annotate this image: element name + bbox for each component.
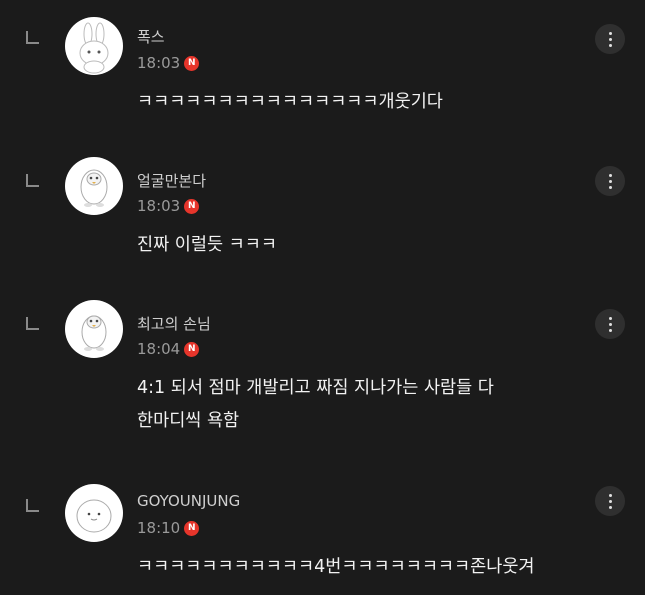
reply-arrow-icon xyxy=(26,499,39,512)
more-options-button[interactable] xyxy=(595,166,625,196)
dot-icon xyxy=(608,493,612,497)
comment-meta: 18:10 N xyxy=(137,518,200,538)
comment-author[interactable]: 폭스 xyxy=(137,26,165,47)
new-badge: N xyxy=(184,198,200,214)
new-badge: N xyxy=(184,55,200,71)
blob-avatar-icon xyxy=(76,499,112,533)
comment-line: ㅋㅋㅋㅋㅋㅋㅋㅋㅋㅋㅋ4번ㅋㅋㅋㅋㅋㅋㅋㅋ존나웃겨 xyxy=(137,557,535,577)
reply-arrow-icon xyxy=(26,317,39,330)
dot-icon xyxy=(608,185,612,189)
penguin-avatar-icon xyxy=(80,169,108,207)
comment-time: 18:04 xyxy=(137,340,181,358)
new-badge: N xyxy=(184,341,200,357)
comment-meta: 18:03 N xyxy=(137,53,200,73)
more-options-button[interactable] xyxy=(595,24,625,54)
new-badge: N xyxy=(184,520,200,536)
more-options-button[interactable] xyxy=(595,486,625,516)
comment-line: 한마디씩 욕함 xyxy=(137,411,240,431)
dot-icon xyxy=(608,179,612,183)
avatar[interactable] xyxy=(65,157,123,215)
comment-line: 4:1 되서 점마 개발리고 짜짐 지나가는 사람들 다 xyxy=(137,378,494,398)
comment-line: ㅋㅋㅋㅋㅋㅋㅋㅋㅋㅋㅋㅋㅋㅋㅋ개웃기다 xyxy=(137,92,443,112)
comment-time: 18:03 xyxy=(137,54,181,72)
comment-body: ㅋㅋㅋㅋㅋㅋㅋㅋㅋㅋㅋㅋㅋㅋㅋ개웃기다 xyxy=(137,86,443,119)
comment-author[interactable]: 최고의 손님 xyxy=(137,313,211,334)
more-options-button[interactable] xyxy=(595,309,625,339)
reply-arrow-icon xyxy=(26,174,39,187)
rabbit-avatar-icon xyxy=(79,22,109,74)
comment-body: ㅋㅋㅋㅋㅋㅋㅋㅋㅋㅋㅋ4번ㅋㅋㅋㅋㅋㅋㅋㅋ존나웃겨 xyxy=(137,551,535,584)
dot-icon xyxy=(608,499,612,503)
dot-icon xyxy=(608,316,612,320)
avatar[interactable] xyxy=(65,300,123,358)
dot-icon xyxy=(608,173,612,177)
comment-time: 18:10 xyxy=(137,519,181,537)
comment-author[interactable]: GOYOUNJUNG xyxy=(137,492,240,510)
avatar[interactable] xyxy=(65,17,123,75)
comment-time: 18:03 xyxy=(137,197,181,215)
dot-icon xyxy=(608,505,612,509)
dot-icon xyxy=(608,328,612,332)
dot-icon xyxy=(608,322,612,326)
comment-body: 진짜 이럴듯 ㅋㅋㅋ xyxy=(137,229,277,262)
reply-arrow-icon xyxy=(26,31,39,44)
dot-icon xyxy=(608,37,612,41)
avatar[interactable] xyxy=(65,484,123,542)
comment-meta: 18:03 N xyxy=(137,196,200,216)
dot-icon xyxy=(608,31,612,35)
comment-line: 진짜 이럴듯 ㅋㅋㅋ xyxy=(137,235,277,255)
dot-icon xyxy=(608,43,612,47)
penguin-avatar-icon xyxy=(81,315,107,351)
comment-body: 4:1 되서 점마 개발리고 짜짐 지나가는 사람들 다 한마디씩 욕함 xyxy=(137,372,494,438)
comment-author[interactable]: 얼굴만본다 xyxy=(137,170,206,191)
comment-meta: 18:04 N xyxy=(137,339,200,359)
